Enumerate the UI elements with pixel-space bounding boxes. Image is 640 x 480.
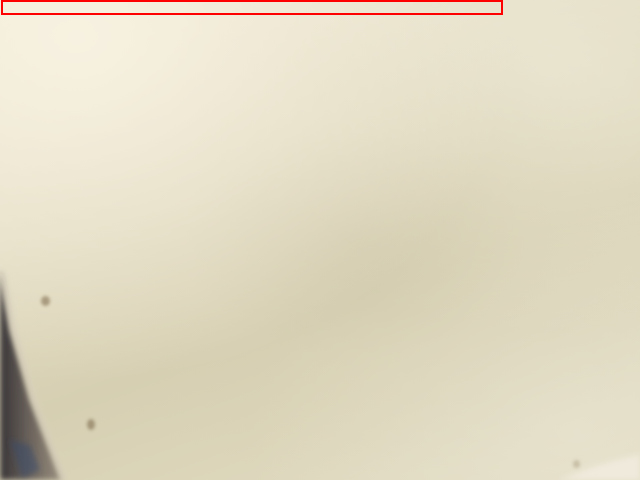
left-edge-shadow	[0, 270, 640, 480]
red-highlight-box	[1, 0, 503, 15]
photo-background	[0, 0, 640, 480]
speck-mark	[87, 419, 95, 430]
speck-mark	[573, 460, 580, 468]
speck-mark	[41, 296, 50, 306]
